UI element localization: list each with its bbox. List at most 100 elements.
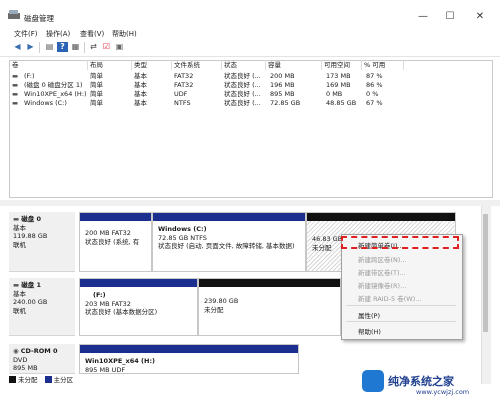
disk-name: 磁盘 0: [21, 215, 42, 223]
menu-item-new-striped-volume[interactable]: 新建带区卷(T)...: [358, 267, 406, 277]
cell-type: 基本: [134, 81, 147, 89]
column-header-capacity[interactable]: 容量: [266, 60, 322, 70]
cell-free-space: 48.85 GB: [326, 99, 357, 107]
legend: 未分配 主分区: [9, 374, 73, 384]
cell-layout: 简单: [90, 81, 103, 89]
help-icon[interactable]: ?: [57, 42, 68, 52]
menu-view[interactable]: 查看(V): [80, 29, 104, 39]
cell-type: 基本: [134, 72, 147, 80]
partition-title: (F:): [93, 291, 106, 299]
cell-free-space: 0 MB: [326, 90, 343, 98]
column-header-volume[interactable]: 卷: [10, 60, 88, 70]
menu-help[interactable]: 帮助(H): [112, 29, 137, 39]
table-row[interactable]: ▬ Win10XPE_x64 (H:) 简单 基本 UDF 状态良好 (... …: [10, 90, 410, 99]
disk-icon: ▬: [13, 281, 22, 289]
unallocated-space-disk-1[interactable]: 239.80 GB 未分配: [198, 278, 341, 336]
disk-type: 基本: [13, 223, 26, 232]
primary-swatch: [44, 376, 52, 383]
table-row[interactable]: ▬ (磁盘 0 磁盘分区 1) 简单 基本 FAT32 状态良好 (... 19…: [10, 81, 410, 90]
primary-partition-bar: [153, 213, 305, 221]
menu-item-properties[interactable]: 属性(P): [358, 310, 380, 320]
cell-volume: Windows (C:): [24, 99, 67, 107]
unallocated-label: 未分配: [204, 305, 224, 314]
disk-type: 基本: [13, 289, 26, 298]
partition-windows-c[interactable]: Windows (C:) 72.85 GB NTFS 状态良好 (启动, 页面文…: [152, 212, 306, 272]
table-row[interactable]: ▬ (F:) 简单 基本 FAT32 状态良好 (... 200 MB 173 …: [10, 72, 410, 81]
column-header-status[interactable]: 状态: [222, 60, 266, 70]
partition-title: Win10XPE_x64 (H:): [85, 357, 156, 365]
menu-item-new-mirrored-volume[interactable]: 新建镜像卷(R)...: [358, 280, 406, 290]
toolbar-separator: [84, 42, 85, 53]
volume-icon: ▬: [12, 81, 19, 89]
unallocated-bar: [307, 213, 455, 221]
scrollbar-thumb[interactable]: [483, 214, 488, 332]
menu-file[interactable]: 文件(F): [14, 29, 38, 39]
column-header-layout[interactable]: 布局: [88, 60, 132, 70]
partition-size: 203 MB FAT32: [85, 299, 131, 308]
menu-item-new-spanned-volume[interactable]: 新建跨区卷(N)...: [358, 254, 407, 264]
disk-status: 联机: [13, 306, 26, 315]
volume-icon: ▬: [12, 99, 19, 107]
cell-filesystem: FAT32: [174, 81, 194, 89]
cell-filesystem: NTFS: [174, 99, 191, 107]
cell-type: 基本: [134, 90, 147, 98]
menu-item-help[interactable]: 帮助(H): [358, 326, 381, 336]
check-icon[interactable]: ☑: [101, 42, 112, 52]
settings-icon[interactable]: ▣: [114, 42, 125, 52]
volume-icon: ▬: [12, 72, 19, 80]
cell-percent-free: 86 %: [366, 81, 383, 89]
cell-capacity: 196 MB: [270, 81, 295, 89]
legend-unallocated: 未分配: [18, 376, 38, 384]
partition-system[interactable]: 200 MB FAT32 状态良好 (系统, 有: [79, 212, 152, 272]
partition-f[interactable]: (F:) 203 MB FAT32 状态良好 (基本数据分区): [79, 278, 198, 336]
close-button[interactable]: ✕: [465, 8, 495, 26]
cell-volume: (F:): [24, 72, 35, 80]
cell-status: 状态良好 (...: [224, 72, 261, 80]
cdrom-0-label[interactable]: ◉ CD-ROM 0 DVD 895 MB: [9, 344, 75, 374]
disk-icon: ▬: [13, 215, 22, 223]
forward-icon[interactable]: ▶: [25, 42, 36, 52]
partition-size: 200 MB FAT32: [85, 229, 131, 237]
menu-action[interactable]: 操作(A): [46, 29, 70, 39]
unallocated-bar: [199, 279, 340, 287]
disk-0-label[interactable]: ▬ 磁盘 0 基本 119.88 GB 联机: [9, 212, 75, 272]
volume-icon: ▬: [12, 90, 19, 98]
column-header-filesystem[interactable]: 文件系统: [172, 60, 222, 70]
cell-percent-free: 87 %: [366, 72, 383, 80]
cell-layout: 简单: [90, 99, 103, 107]
disk-name: 磁盘 1: [21, 281, 42, 289]
menu-bar: [0, 28, 500, 40]
watermark-brand: 纯净系统之家: [388, 375, 454, 388]
cell-filesystem: UDF: [174, 90, 188, 98]
minimize-button[interactable]: —: [408, 8, 438, 26]
disk-type: DVD: [13, 355, 28, 364]
maximize-button[interactable]: ☐: [435, 8, 465, 26]
disk-1-label[interactable]: ▬ 磁盘 1 基本 240.00 GB 联机: [9, 278, 75, 336]
list-view-icon[interactable]: ▦: [70, 42, 81, 52]
column-header-free-space[interactable]: 可用空间: [322, 60, 362, 70]
legend-primary: 主分区: [53, 376, 74, 384]
disk-size: 119.88 GB: [13, 232, 48, 240]
partition-status: 状态良好 (系统, 有: [85, 237, 140, 246]
menu-separator: [346, 321, 456, 322]
properties-icon[interactable]: ▤: [44, 42, 55, 52]
table-row[interactable]: ▬ Windows (C:) 简单 基本 NTFS 状态良好 (... 72.8…: [10, 99, 410, 108]
column-header-type[interactable]: 类型: [132, 60, 172, 70]
cell-percent-free: 0 %: [366, 90, 379, 98]
back-icon[interactable]: ◀: [12, 42, 23, 52]
cell-type: 基本: [134, 99, 147, 107]
menu-item-new-raid5-volume[interactable]: 新建 RAID-5 卷(W)...: [358, 293, 421, 303]
disk-name: CD-ROM 0: [20, 347, 58, 355]
window-title: 磁盘管理: [24, 14, 54, 23]
partition-win10xpe-h[interactable]: Win10XPE_x64 (H:) 895 MB UDF: [79, 344, 299, 374]
disk-status: 联机: [13, 240, 26, 249]
cell-status: 状态良好 (...: [224, 90, 261, 98]
cell-layout: 简单: [90, 90, 103, 98]
connect-icon[interactable]: ⇄: [88, 42, 99, 52]
partition-status: 状态良好 (基本数据分区): [85, 308, 158, 316]
cell-free-space: 169 MB: [326, 81, 351, 89]
cell-filesystem: FAT32: [174, 72, 194, 80]
cell-free-space: 173 MB: [326, 72, 351, 80]
column-header-percent-free[interactable]: % 可用: [362, 60, 404, 70]
unallocated-size: 239.80 GB: [204, 297, 239, 305]
